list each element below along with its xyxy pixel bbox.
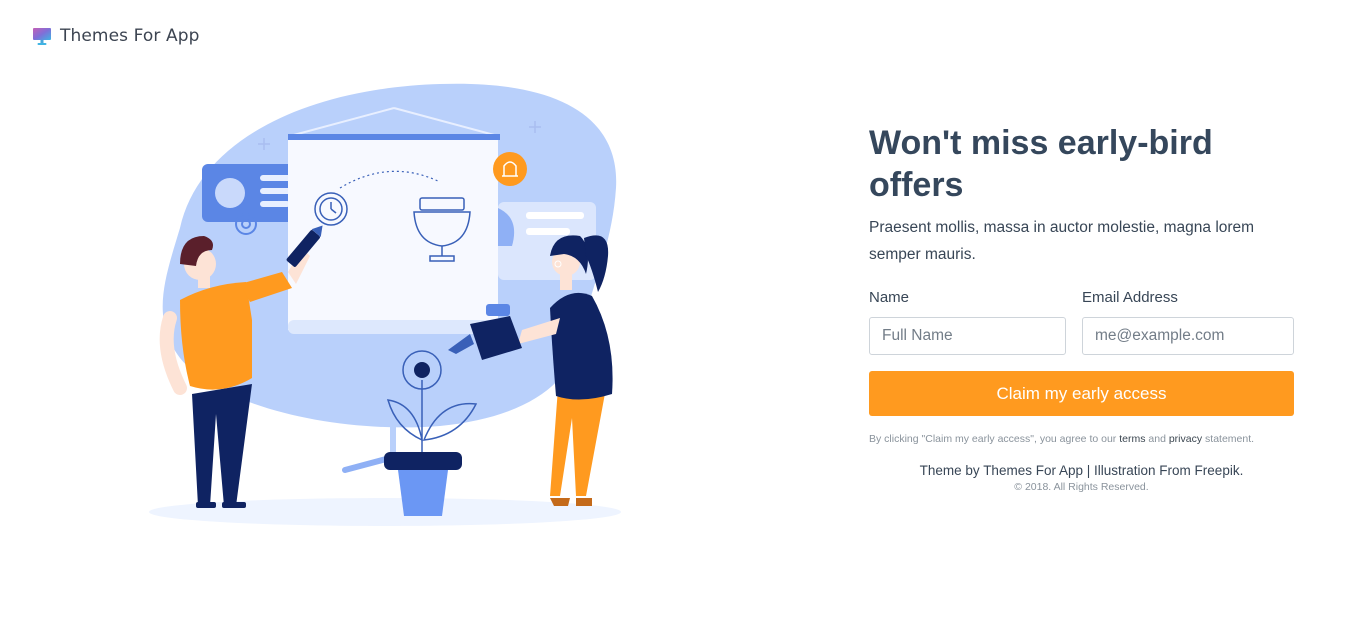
illustration-credit-link[interactable]: Illustration From Freepik. <box>1094 463 1243 478</box>
clock-icon <box>314 192 348 226</box>
form-fields-row: Name Email Address <box>869 289 1294 355</box>
credits-separator: | <box>1086 463 1091 478</box>
name-input[interactable] <box>869 317 1066 355</box>
theme-credit-link[interactable]: Theme by Themes For App <box>920 463 1083 478</box>
team-growth-illustration <box>149 83 621 526</box>
page-description: Praesent mollis, massa in auctor molesti… <box>869 219 1255 263</box>
terms-suffix: statement. <box>1205 433 1255 445</box>
copyright-text: © 2018. All Rights Reserved. <box>1014 481 1149 493</box>
ground-shadow <box>149 498 621 526</box>
email-field-group: Email Address <box>1082 289 1294 355</box>
claim-access-button[interactable]: Claim my early access <box>869 371 1294 416</box>
monitor-icon <box>33 28 51 45</box>
early-access-form: Name Email Address Claim my early access <box>869 289 1294 416</box>
brand-name: Themes For App <box>60 26 200 46</box>
terms-prefix: By clicking "Claim my early access", you… <box>869 433 1117 445</box>
signup-section: Won't miss early-bird offers Praesent mo… <box>869 122 1294 493</box>
terms-and: and <box>1148 433 1166 445</box>
bell-icon <box>493 152 527 186</box>
brand-logo[interactable]: Themes For App <box>32 26 199 46</box>
name-label: Name <box>869 289 910 306</box>
email-input[interactable] <box>1082 317 1294 355</box>
terms-link[interactable]: terms <box>1119 433 1145 445</box>
email-label: Email Address <box>1082 289 1178 306</box>
terms-notice: By clicking "Claim my early access", you… <box>869 433 1294 445</box>
page-title: Won't miss early-bird offers <box>869 124 1213 204</box>
credits-line: Theme by Themes For App | Illustration F… <box>869 463 1294 478</box>
easel-leg <box>342 455 393 473</box>
name-field-group: Name <box>869 289 1066 355</box>
privacy-link[interactable]: privacy <box>1169 433 1202 445</box>
